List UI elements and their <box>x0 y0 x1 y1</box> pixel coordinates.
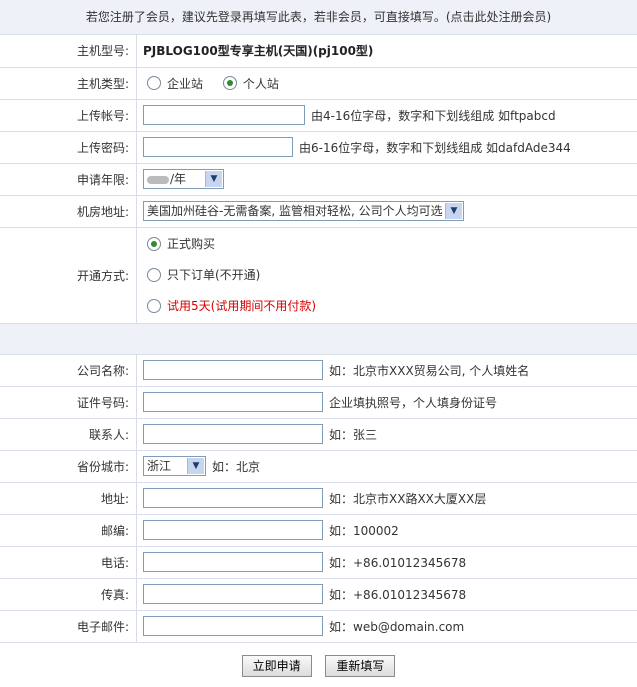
chevron-down-icon: ▼ <box>445 203 462 219</box>
chevron-down-icon: ▼ <box>205 171 222 187</box>
open-option-buy[interactable]: 正式购买 <box>143 229 637 260</box>
contact-input[interactable] <box>143 424 323 444</box>
upload-account-input[interactable] <box>143 105 305 125</box>
submit-button[interactable]: 立即申请 <box>241 654 312 677</box>
id-number-hint: 企业填执照号，个人填身份证号 <box>329 395 498 410</box>
contact-hint: 如：张三 <box>329 427 378 442</box>
upload-password-input[interactable] <box>143 137 293 157</box>
apply-years-label: 申请年限: <box>0 163 137 196</box>
id-number-input[interactable] <box>143 392 323 412</box>
room-address-value: 美国加州硅谷-无需备案, 监管相对轻松, 公司个人均可选 <box>147 204 443 218</box>
open-trial-radio[interactable] <box>147 299 161 313</box>
company-name-hint: 如：北京市XXX贸易公司, 个人填姓名 <box>329 363 530 378</box>
address-hint: 如：北京市XX路XX大厦XX层 <box>329 491 487 506</box>
register-notice[interactable]: 若您注册了会员，建议先登录再填写此表，若非会员，可直接填写。(点击此处注册会员) <box>0 0 637 35</box>
phone-input[interactable] <box>143 552 323 572</box>
address-label: 地址: <box>0 482 137 515</box>
apply-years-select[interactable]: /年 ▼ <box>143 169 224 189</box>
host-type-enterprise-label: 企业站 <box>167 76 204 91</box>
id-number-label: 证件号码: <box>0 386 137 419</box>
host-type-label: 主机类型: <box>0 67 137 100</box>
postcode-label: 邮编: <box>0 514 137 547</box>
room-address-select[interactable]: 美国加州硅谷-无需备案, 监管相对轻松, 公司个人均可选 ▼ <box>143 201 464 221</box>
email-label: 电子邮件: <box>0 610 137 643</box>
fax-hint: 如：+86.01012345678 <box>329 587 467 602</box>
fax-label: 传真: <box>0 578 137 611</box>
open-order-radio[interactable] <box>147 268 161 282</box>
email-hint: 如：web@domain.com <box>329 619 465 634</box>
upload-password-hint: 由6-16位字母，数字和下划线组成 如dafdAde344 <box>299 140 571 155</box>
fax-input[interactable] <box>143 584 323 604</box>
order-form-table: 主机型号: PJBLOG100型专享主机(天国)(pj100型) 主机类型: 企… <box>0 35 637 643</box>
open-buy-label: 正式购买 <box>167 236 216 251</box>
contact-label: 联系人: <box>0 418 137 451</box>
province-select[interactable]: 浙江 ▼ <box>143 456 206 476</box>
email-input[interactable] <box>143 616 323 636</box>
host-type-personal-radio[interactable] <box>222 76 237 90</box>
section-divider <box>0 323 637 355</box>
company-name-label: 公司名称: <box>0 354 137 387</box>
reset-button[interactable]: 重新填写 <box>325 654 396 677</box>
open-method-label: 开通方式: <box>0 227 137 324</box>
button-bar: 立即申请 重新填写 <box>0 643 637 677</box>
host-model-label: 主机型号: <box>0 35 137 68</box>
chevron-down-icon: ▼ <box>187 458 204 474</box>
blurred-value <box>147 175 169 184</box>
postcode-hint: 如：100002 <box>329 523 399 538</box>
province-city-hint: 如：北京 <box>212 459 261 474</box>
postcode-input[interactable] <box>143 520 323 540</box>
upload-account-label: 上传帐号: <box>0 99 137 132</box>
open-trial-label: 试用5天(试用期间不用付款) <box>167 298 316 313</box>
upload-password-label: 上传密码: <box>0 131 137 164</box>
host-type-enterprise-radio[interactable] <box>147 76 161 90</box>
open-buy-radio[interactable] <box>147 237 161 251</box>
room-address-label: 机房地址: <box>0 195 137 228</box>
open-order-label: 只下订单(不开通) <box>167 267 261 282</box>
open-option-trial[interactable]: 试用5天(试用期间不用付款) <box>143 291 637 322</box>
open-option-order[interactable]: 只下订单(不开通) <box>143 260 637 291</box>
upload-account-hint: 由4-16位字母，数字和下划线组成 如ftpabcd <box>311 108 556 123</box>
province-value: 浙江 <box>147 459 172 473</box>
phone-hint: 如：+86.01012345678 <box>329 555 467 570</box>
address-input[interactable] <box>143 488 323 508</box>
province-city-label: 省份城市: <box>0 450 137 483</box>
company-name-input[interactable] <box>143 360 323 380</box>
host-type-personal-label: 个人站 <box>242 76 279 91</box>
apply-years-unit: /年 <box>170 172 187 186</box>
phone-label: 电话: <box>0 546 137 579</box>
host-model-value: PJBLOG100型专享主机(天国)(pj100型) <box>143 44 374 59</box>
